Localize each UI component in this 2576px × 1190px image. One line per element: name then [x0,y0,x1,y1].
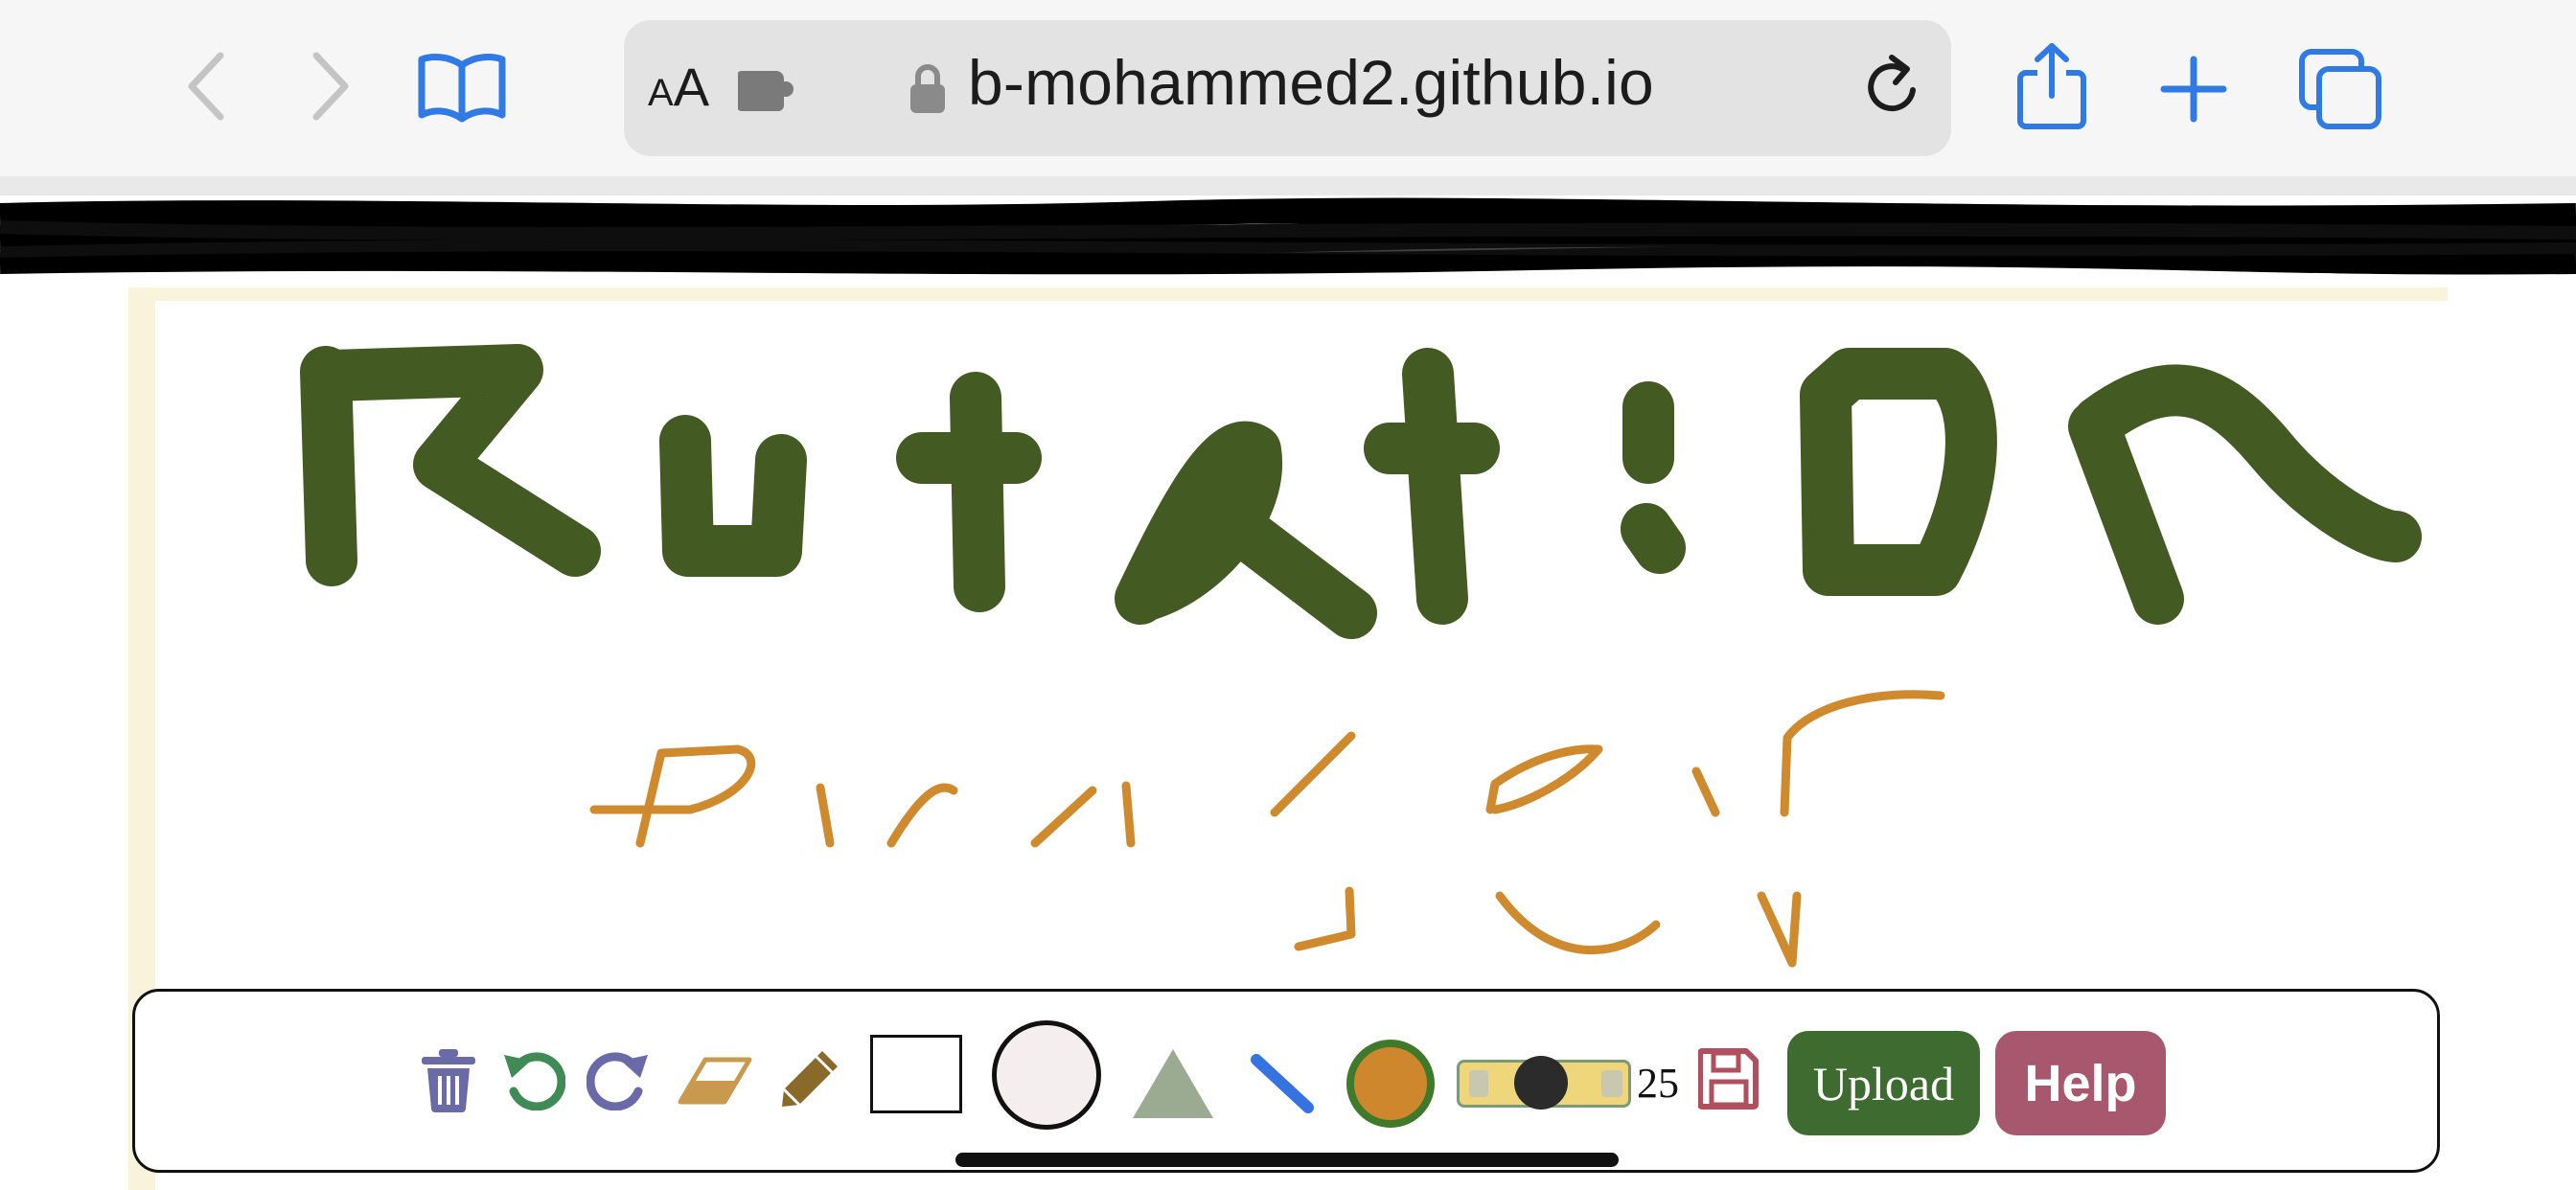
slider-track-start [1469,1070,1488,1097]
save-icon[interactable] [1697,1047,1760,1115]
stroke-eraser-text [589,690,1945,968]
pencil-icon[interactable] [778,1047,841,1115]
url-text[interactable]: b-mohammed2.github.io [968,46,1654,119]
brush-size-slider[interactable] [1457,1056,1631,1110]
reader-label-small: A [648,72,674,114]
eraser-icon[interactable] [677,1052,755,1114]
brush-size-value: 25 [1637,1060,1679,1107]
slider-thumb[interactable] [1514,1056,1568,1110]
upload-button[interactable]: Upload [1787,1031,1980,1135]
forward-icon[interactable] [305,48,355,125]
bookmarks-icon[interactable] [416,48,508,125]
triangle-icon[interactable] [1131,1047,1215,1125]
new-tab-icon[interactable] [2160,56,2227,127]
back-icon[interactable] [182,48,232,125]
reader-settings-button[interactable]: AA [648,56,709,118]
trash-icon[interactable] [420,1047,477,1117]
lock-icon [908,61,947,120]
reader-label-large: A [673,57,710,117]
redaction-scribble [0,197,2576,275]
slider-track-end [1601,1070,1622,1097]
extension-icon[interactable] [736,61,799,120]
share-icon[interactable] [2016,38,2087,137]
canvas-strokes [300,344,2422,968]
stroke-rotation-text [300,344,2422,639]
home-indicator[interactable] [955,1153,1619,1167]
rectangle-icon[interactable] [870,1035,962,1113]
line-icon[interactable] [1249,1052,1316,1120]
reload-icon[interactable] [1859,50,1926,127]
redo-icon[interactable] [586,1047,650,1115]
undo-icon[interactable] [502,1047,566,1115]
color-swatch[interactable] [1346,1040,1435,1128]
tabs-icon[interactable] [2298,48,2382,135]
circle-icon[interactable] [992,1020,1101,1130]
help-button[interactable]: Help [1995,1031,2166,1135]
